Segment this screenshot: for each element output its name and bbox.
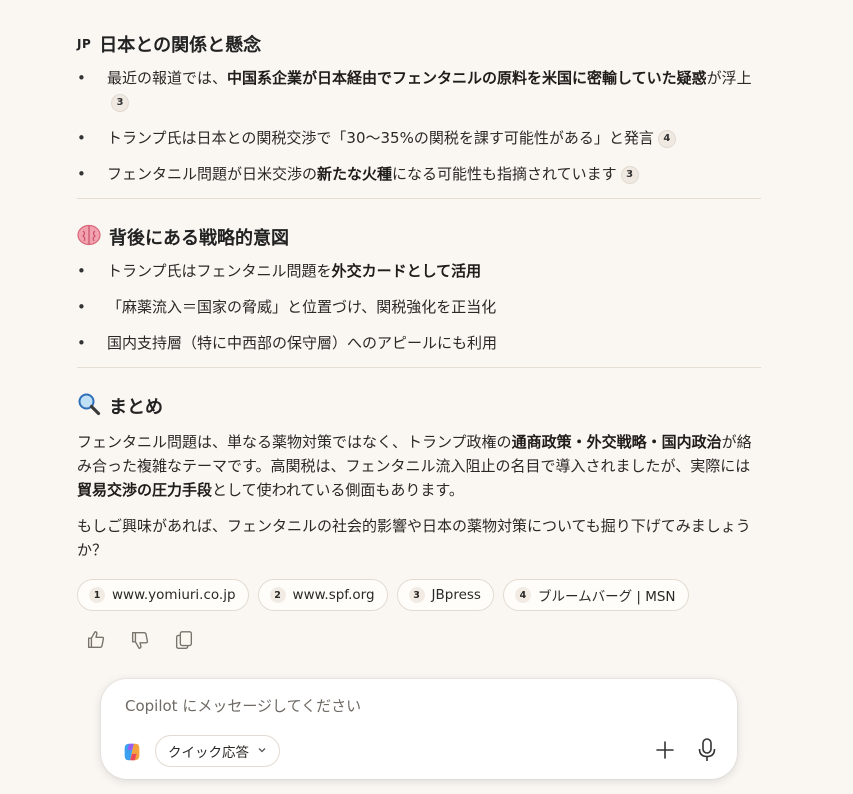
source-label: JBpress [431, 587, 481, 603]
message-input[interactable]: Copilot にメッセージしてください [125, 695, 361, 716]
list-item: トランプ氏はフェンタニル問題を外交カードとして活用 [77, 259, 761, 283]
response-mode-dropdown[interactable]: クイック応答 [155, 735, 280, 767]
divider [77, 198, 761, 199]
add-icon[interactable] [654, 739, 676, 765]
message-actions [85, 629, 761, 651]
thumbs-up-icon[interactable] [85, 629, 107, 651]
source-label: www.spf.org [292, 587, 375, 603]
bullet-list: トランプ氏はフェンタニル問題を外交カードとして活用 「麻薬流入＝国家の脅威」と位… [77, 259, 761, 355]
list-item: 「麻薬流入＝国家の脅威」と位置づけ、関税強化を正当化 [77, 295, 761, 319]
source-number: 1 [89, 587, 105, 603]
section-japan-relations: JP 日本との関係と懸念 最近の報道では、中国系企業が日本経由でフェンタニルの原… [77, 30, 761, 186]
copy-icon[interactable] [173, 629, 195, 651]
section-strategic-intent: 背後にある戦略的意図 トランプ氏はフェンタニル問題を外交カードとして活用 「麻薬… [77, 223, 761, 355]
section-summary: まとめ フェンタニル問題は、単なる薬物対策ではなく、トランプ政権の通商政策・外交… [77, 392, 761, 562]
list-item: 国内支持層（特に中西部の保守層）へのアピールにも利用 [77, 331, 761, 355]
section-title-text: まとめ [109, 397, 163, 418]
citation-badge[interactable]: 3 [111, 94, 129, 112]
source-number: 2 [269, 587, 286, 603]
microphone-icon[interactable] [695, 737, 719, 767]
list-item: トランプ氏は日本との関税交渉で「30～35%の関税を課す可能性がある」と発言4 [77, 126, 761, 150]
list-item: フェンタニル問題が日米交渉の新たな火種になる可能性も指摘されています3 [77, 162, 761, 186]
thumbs-down-icon[interactable] [129, 629, 151, 651]
response-mode-label: クイック応答 [168, 745, 249, 761]
message-composer: Copilot にメッセージしてください クイック応答 [101, 679, 737, 779]
follow-up-question: もしご興味があれば、フェンタニルの社会的影響や日本の薬物対策についても掘り下げて… [77, 517, 751, 559]
summary-paragraph: フェンタニル問題は、単なる薬物対策ではなく、トランプ政権の通商政策・外交戦略・国… [77, 433, 752, 499]
source-chip[interactable]: 3 JBpress [396, 579, 494, 611]
source-list: 1 www.yomiuri.co.jp 2 www.spf.org 3 JBpr… [77, 579, 761, 611]
japan-flag-icon: JP [77, 37, 92, 51]
list-item: 最近の報道では、中国系企業が日本経由でフェンタニルの原料を米国に密輸していた疑惑… [77, 66, 761, 114]
source-chip[interactable]: 4 ブルームバーグ | MSN [502, 579, 689, 611]
section-title-text: 背後にある戦略的意図 [109, 228, 289, 249]
magnifier-icon [77, 392, 101, 421]
source-number: 3 [408, 587, 425, 603]
brain-icon [77, 224, 101, 251]
source-chip[interactable]: 2 www.spf.org [257, 579, 388, 611]
citation-badge[interactable]: 4 [657, 130, 676, 148]
section-title-text: 日本との関係と懸念 [99, 35, 262, 56]
source-number: 4 [514, 587, 531, 603]
divider [77, 367, 761, 368]
bullet-list: 最近の報道では、中国系企業が日本経由でフェンタニルの原料を米国に密輸していた疑惑… [77, 66, 761, 186]
message-content: JP 日本との関係と懸念 最近の報道では、中国系企業が日本経由でフェンタニルの原… [77, 30, 761, 651]
chevron-down-icon [257, 743, 267, 759]
source-label: www.yomiuri.co.jp [112, 587, 236, 603]
source-chip[interactable]: 1 www.yomiuri.co.jp [77, 579, 249, 611]
source-label: ブルームバーグ | MSN [537, 589, 676, 605]
section-title: 背後にある戦略的意図 [77, 223, 761, 251]
section-title: まとめ [77, 392, 761, 420]
citation-badge[interactable]: 3 [620, 166, 639, 184]
section-title: JP 日本との関係と懸念 [77, 30, 761, 58]
copilot-logo-icon[interactable] [121, 741, 143, 763]
